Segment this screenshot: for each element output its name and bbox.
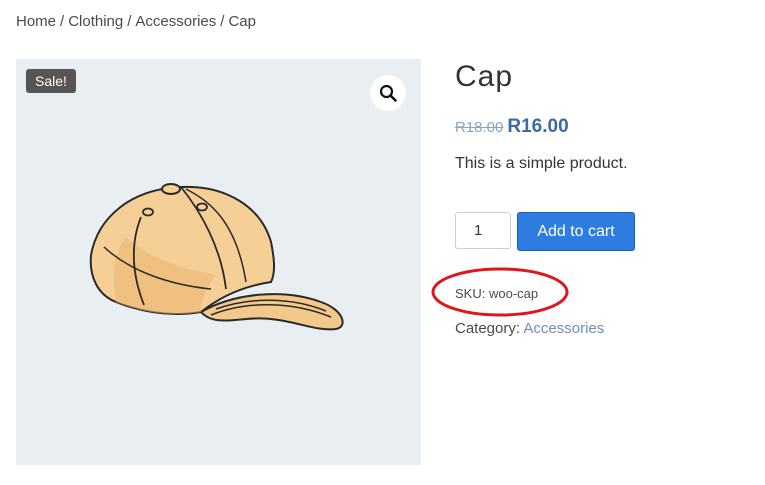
quantity-input[interactable] xyxy=(455,212,511,249)
breadcrumb-separator: / xyxy=(60,13,65,30)
breadcrumb-separator: / xyxy=(220,13,225,30)
regular-price: R18.00 xyxy=(455,119,504,136)
product-image[interactable] xyxy=(86,177,356,337)
breadcrumb-home[interactable]: Home xyxy=(16,13,56,30)
category-label: Category: xyxy=(455,320,521,337)
category-link[interactable]: Accessories xyxy=(523,320,604,337)
product-gallery: Sale! xyxy=(16,59,421,465)
zoom-button[interactable] xyxy=(370,75,406,111)
sale-price: R16.00 xyxy=(507,116,569,137)
product-title: Cap xyxy=(455,60,514,93)
breadcrumb-separator: / xyxy=(127,13,132,30)
breadcrumb-current: Cap xyxy=(228,13,256,30)
add-to-cart-button[interactable]: Add to cart xyxy=(517,212,635,251)
magnifier-icon xyxy=(379,84,397,102)
price: R18.00 R16.00 xyxy=(455,116,569,138)
breadcrumb: Home / Clothing / Accessories / Cap xyxy=(16,13,256,30)
sale-badge: Sale! xyxy=(26,69,76,93)
breadcrumb-clothing[interactable]: Clothing xyxy=(68,13,123,30)
category: Category: Accessories xyxy=(455,320,604,337)
short-description: This is a simple product. xyxy=(455,155,628,172)
highlight-ellipse xyxy=(431,267,569,317)
breadcrumb-accessories[interactable]: Accessories xyxy=(135,13,216,30)
